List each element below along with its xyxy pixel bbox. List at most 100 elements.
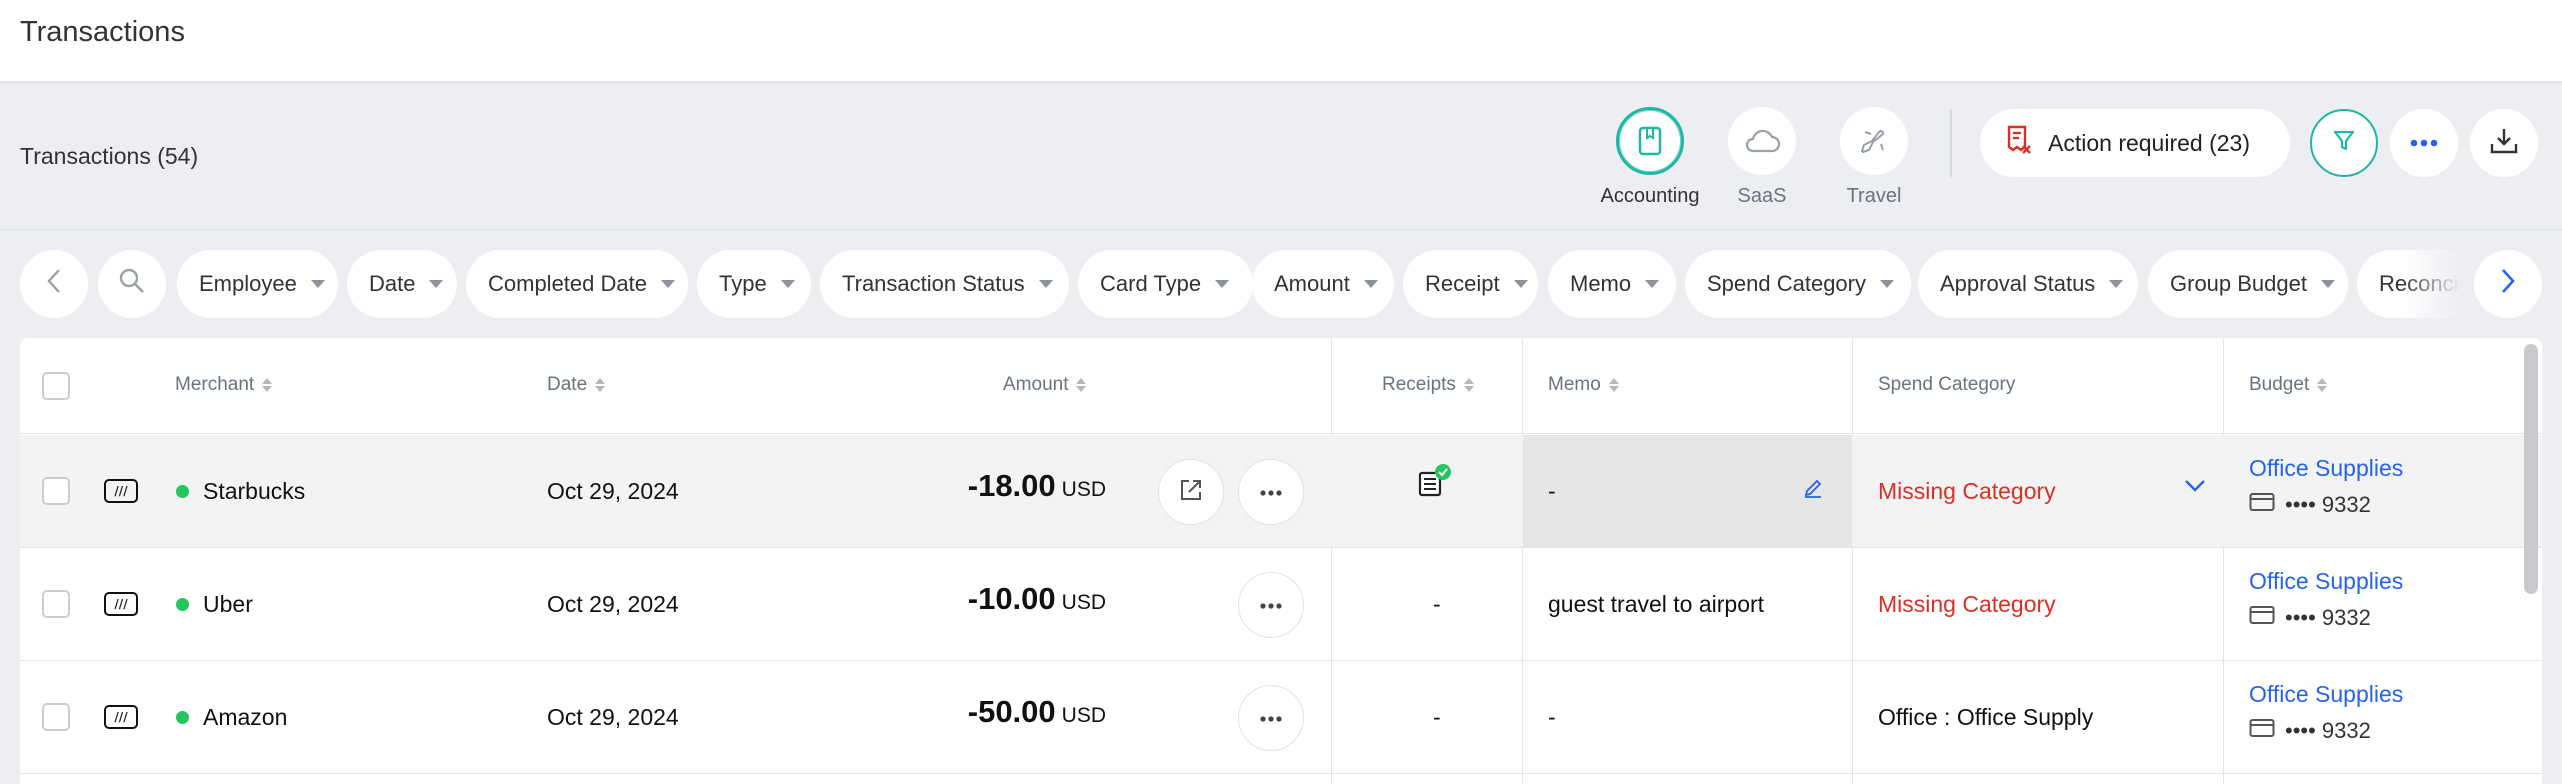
filter-chip-label: Spend Category <box>1707 271 1866 296</box>
action-required-label: Action required (23) <box>2048 129 2250 156</box>
column-header-date[interactable]: Date <box>547 374 606 396</box>
spend-category[interactable]: Missing Category <box>1878 591 2056 618</box>
filter-chip-approval-status[interactable]: Approval Status <box>1918 250 2138 318</box>
budget-link[interactable]: Office Supplies <box>2249 681 2403 708</box>
card-number: •••• 9332 <box>2285 605 2371 630</box>
edit-memo-icon[interactable] <box>1802 477 1824 504</box>
transaction-date: Oct 29, 2024 <box>547 591 679 617</box>
filter-chip-transaction-status[interactable]: Transaction Status <box>820 250 1069 318</box>
filter-chip-label: Transaction Status <box>842 271 1025 296</box>
table-row[interactable]: /// Uber Oct 29, 2024 -10.00 USD - guest … <box>20 548 2542 661</box>
caret-down-icon <box>660 280 675 288</box>
row-checkbox[interactable] <box>42 703 70 731</box>
column-header-label: Merchant <box>175 374 255 395</box>
receipt-status: - <box>1433 704 1441 730</box>
ellipsis-icon <box>1260 709 1282 727</box>
credit-card-icon <box>2249 605 2275 631</box>
more-options-button[interactable] <box>2390 109 2458 177</box>
table-row[interactable]: /// Amazon Oct 29, 2024 -50.00 USD - - Of… <box>20 661 2542 774</box>
column-header-amount[interactable]: Amount <box>1003 374 1087 396</box>
sort-icon <box>262 378 273 392</box>
sort-icon <box>2317 378 2328 392</box>
budget-link[interactable]: Office Supplies <box>2249 455 2403 482</box>
filter-chip-spend-category[interactable]: Spend Category <box>1685 250 1911 318</box>
column-header-merchant[interactable]: Merchant <box>175 374 273 396</box>
table-scrollbar[interactable] <box>2524 344 2538 594</box>
column-header-label: Budget <box>2249 374 2310 395</box>
caret-down-icon <box>780 280 795 288</box>
column-header-receipts[interactable]: Receipts <box>1382 374 1474 396</box>
chevron-right-icon <box>2500 268 2516 300</box>
search-button[interactable] <box>98 250 166 318</box>
category-travel[interactable]: Travel <box>1819 107 1929 208</box>
row-checkbox[interactable] <box>42 477 70 505</box>
filter-chip-amount[interactable]: Amount <box>1252 250 1394 318</box>
spend-category[interactable]: Office : Office Supply <box>1878 704 2093 731</box>
filter-chip-completed-date[interactable]: Completed Date <box>466 250 688 318</box>
filter-chip-receipt[interactable]: Receipt <box>1403 250 1538 318</box>
scroll-left-button[interactable] <box>20 250 88 318</box>
caret-down-icon <box>310 280 325 288</box>
filter-chip-label: Group Budget <box>2170 271 2307 296</box>
filter-button[interactable] <box>2310 109 2378 177</box>
scroll-right-button[interactable] <box>2474 250 2542 318</box>
credit-card-icon <box>2249 718 2275 744</box>
spend-category[interactable]: Missing Category <box>1878 478 2056 505</box>
filter-chip-card-type[interactable]: Card Type <box>1078 250 1253 318</box>
select-all-checkbox[interactable] <box>42 372 70 400</box>
status-dot <box>176 711 189 724</box>
category-accounting[interactable]: Accounting <box>1595 107 1705 208</box>
filter-chip-employee[interactable]: Employee <box>177 250 338 318</box>
caret-down-icon <box>1038 280 1053 288</box>
memo-text[interactable]: - <box>1548 478 1556 505</box>
amount-value: -10.00 <box>967 581 1056 616</box>
open-transaction-button[interactable] <box>1158 459 1224 525</box>
caret-down-icon <box>429 280 444 288</box>
filter-chip-group-budget[interactable]: Group Budget <box>2148 250 2348 318</box>
table-row[interactable]: /// Starbucks Oct 29, 2024 -18.00 USD - M… <box>20 435 2542 548</box>
filter-chip-label: Memo <box>1570 271 1632 296</box>
filter-chip-label: Card Type <box>1100 271 1202 296</box>
filter-chip-memo[interactable]: Memo <box>1548 250 1676 318</box>
caret-down-icon <box>1880 280 1894 288</box>
caret-down-icon <box>1215 280 1230 288</box>
book-icon <box>1616 107 1684 175</box>
column-header-memo[interactable]: Memo <box>1548 374 1619 396</box>
sort-icon <box>1608 378 1619 392</box>
row-more-button[interactable] <box>1238 459 1304 525</box>
receipt-attached-icon[interactable] <box>1418 463 1454 504</box>
filter-chip-date[interactable]: Date <box>347 250 457 318</box>
column-header-budget[interactable]: Budget <box>2249 374 2328 396</box>
transaction-date: Oct 29, 2024 <box>547 704 679 730</box>
row-checkbox[interactable] <box>42 590 70 618</box>
filter-bar: Employee Date Completed Date Type Transa… <box>0 229 2562 335</box>
memo-text[interactable]: guest travel to airport <box>1548 591 1764 618</box>
row-more-button[interactable] <box>1238 572 1304 638</box>
search-icon <box>118 267 146 301</box>
transaction-amount: -10.00 USD <box>968 581 1106 617</box>
filter-chip-label: Approval Status <box>1940 271 2096 296</box>
sort-icon <box>1076 378 1087 392</box>
sort-icon <box>595 378 606 392</box>
action-required-button[interactable]: Action required (23) <box>1980 109 2290 177</box>
amount-value: -18.00 <box>967 468 1056 503</box>
credit-card-icon <box>2249 492 2275 518</box>
column-header-label: Memo <box>1548 374 1601 395</box>
merchant-name: Uber <box>203 591 253 617</box>
budget-cell: Office Supplies •••• 9332 <box>2249 568 2403 631</box>
ellipsis-icon <box>2410 134 2438 152</box>
category-saas[interactable]: SaaS <box>1707 107 1817 208</box>
card-info: •••• 9332 <box>2249 718 2403 744</box>
transactions-table: Merchant Date Amount Receipts Memo Spend… <box>20 338 2542 784</box>
chevron-left-icon <box>46 268 62 300</box>
memo-text[interactable]: - <box>1548 704 1556 731</box>
row-more-button[interactable] <box>1238 685 1304 751</box>
budget-link[interactable]: Office Supplies <box>2249 568 2403 595</box>
chevron-down-icon[interactable] <box>2184 479 2206 498</box>
top-bar: Transactions <box>0 0 2562 82</box>
filter-chip-type[interactable]: Type <box>697 250 811 318</box>
card-number: •••• 9332 <box>2285 718 2371 743</box>
transactions-header: Transactions (54) Accounting SaaS Travel… <box>0 83 2562 229</box>
card-icon: /// <box>104 705 138 729</box>
download-button[interactable] <box>2470 109 2538 177</box>
